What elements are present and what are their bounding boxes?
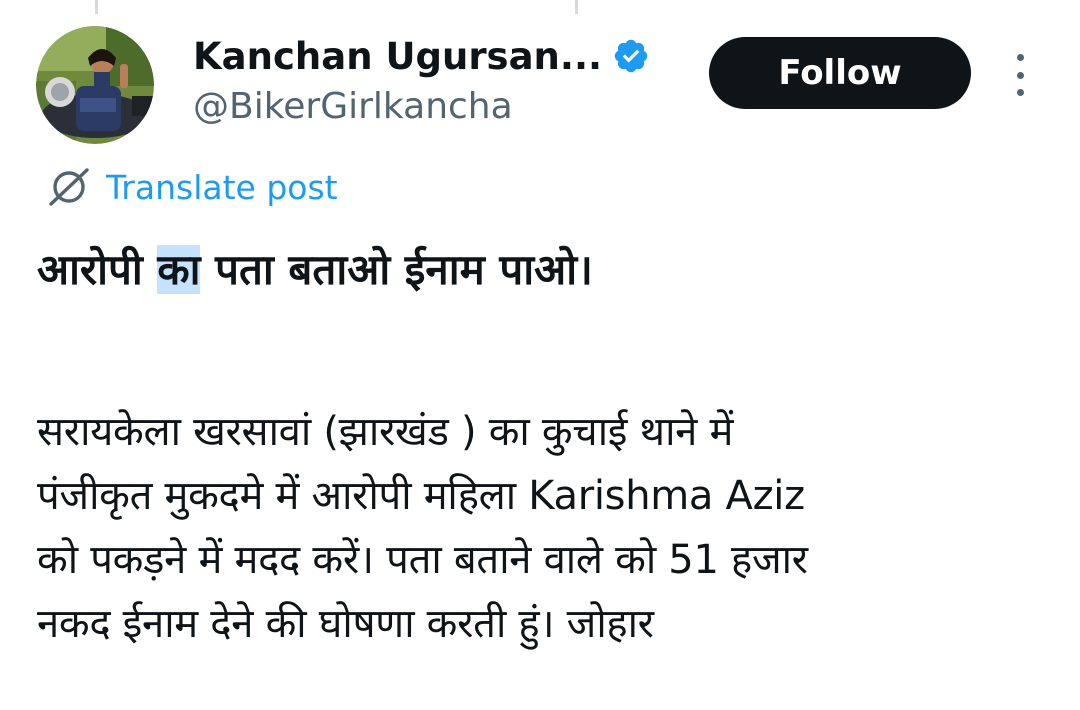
author-name-row[interactable]: Kanchan Ugursan... <box>193 34 650 78</box>
body-line: नकद ईनाम देने की घोषणा करती हुं। जोहार <box>37 601 654 647</box>
body-line: सरायकेला खरसावां (झारखंड ) का कुचाई थाने… <box>37 409 734 455</box>
dot <box>1016 71 1024 79</box>
post-text: आरोपी का पता बताओ ईनाम पाओ। सरायकेला खरस… <box>37 238 1047 656</box>
body-line: को पकड़ने में मदद करें। पता बताने वाले क… <box>37 537 808 583</box>
translate-post-link[interactable]: Translate post <box>46 166 338 208</box>
selected-text: का <box>157 245 201 294</box>
body-line: पंजीकृत मुकदमे में आरोपी महिला Karishma … <box>37 473 805 519</box>
tweet-view: Kanchan Ugursan... @BikerGirlkancha Foll… <box>0 0 1080 710</box>
more-options-icon[interactable] <box>1008 54 1032 96</box>
verified-badge-icon <box>614 39 648 73</box>
avatar[interactable] <box>36 26 154 144</box>
headline-part-1: आरोपी <box>37 245 158 294</box>
translate-globe-icon <box>49 168 89 206</box>
translate-label[interactable]: Translate post <box>106 168 338 207</box>
author-handle[interactable]: @BikerGirlkancha <box>193 86 513 127</box>
edge-mark <box>95 0 98 14</box>
author-name[interactable]: Kanchan Ugursan... <box>193 35 602 78</box>
headline-part-2: पता बताओ ईनाम पाओ। <box>200 245 593 294</box>
edge-mark <box>575 0 578 14</box>
dot <box>1016 89 1024 96</box>
avatar-photo <box>36 26 154 144</box>
previous-item-edge <box>0 0 1080 16</box>
post-headline: आरोपी का पता बताओ ईनाम पाओ। <box>37 238 1047 302</box>
follow-button[interactable]: Follow <box>709 37 971 109</box>
dot <box>1016 54 1024 61</box>
